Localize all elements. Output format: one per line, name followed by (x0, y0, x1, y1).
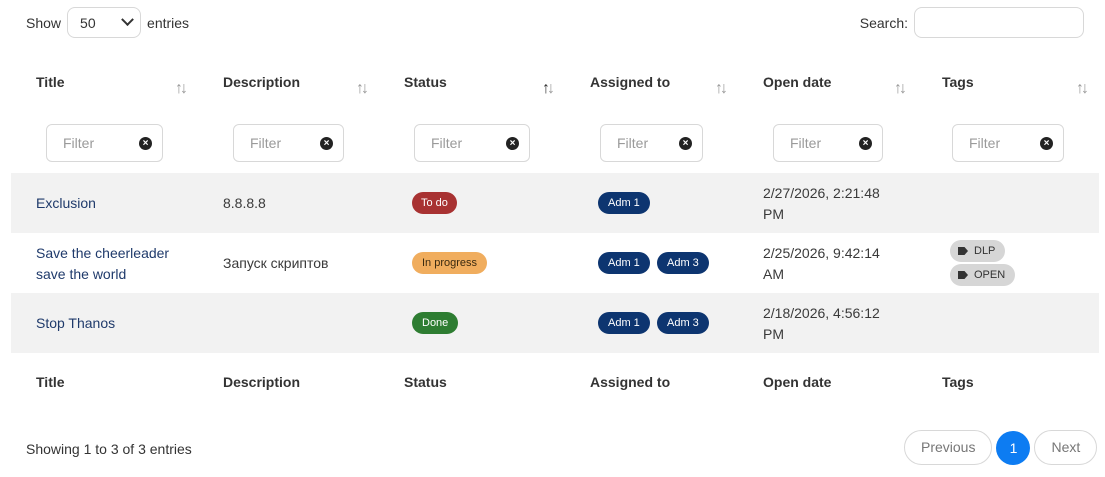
entries-select[interactable]: 50 (67, 7, 142, 38)
sort-icon[interactable]: ↑↓ (894, 80, 907, 98)
row-title-link[interactable]: Stop Thanos (36, 313, 115, 334)
sort-icon[interactable]: ↑↓ (715, 80, 728, 98)
sort-icon[interactable]: ↑↓ (175, 80, 188, 98)
clear-icon[interactable]: × (320, 136, 333, 150)
status-badge: In progress (412, 252, 488, 274)
chevron-down-icon (121, 13, 134, 27)
header-status[interactable]: Status (404, 74, 447, 90)
tag-badge[interactable]: DLP (950, 240, 1006, 262)
assignee-badge: Adm 1 (598, 252, 650, 274)
entries-select-value: 50 (80, 14, 96, 31)
footer-tags: Tags (942, 374, 974, 390)
clear-icon[interactable]: × (139, 136, 152, 150)
filter-tags[interactable]: Filter × (952, 124, 1064, 162)
table-info: Showing 1 to 3 of 3 entries (26, 441, 192, 457)
header-assigned-to[interactable]: Assigned to (590, 74, 670, 90)
filter-title[interactable]: Filter × (46, 124, 163, 162)
row-open-date: 2/18/2026, 4:56:12 PM (763, 305, 880, 342)
row-title-link[interactable]: Exclusion (36, 193, 96, 214)
tag-icon (958, 247, 968, 255)
clear-icon[interactable]: × (506, 136, 519, 150)
assignee-badge: Adm 1 (598, 312, 650, 334)
status-badge: Done (412, 312, 459, 334)
next-button[interactable]: Next (1034, 430, 1098, 465)
filter-placeholder: Filter (617, 135, 649, 151)
filter-placeholder: Filter (250, 135, 282, 151)
header-description[interactable]: Description (223, 74, 300, 90)
table-row (11, 293, 1099, 353)
entries-label: entries (147, 14, 190, 31)
tag-label: DLP (974, 245, 996, 257)
filter-placeholder: Filter (969, 135, 1001, 151)
tag-icon (958, 271, 968, 279)
previous-button[interactable]: Previous (904, 430, 993, 465)
assignee-badge: Adm 1 (598, 192, 650, 214)
row-title-link[interactable]: Save the cheerleader save the world (36, 243, 176, 285)
show-label: Show (26, 14, 62, 31)
header-open-date[interactable]: Open date (763, 74, 831, 90)
filter-status[interactable]: Filter × (414, 124, 530, 162)
sort-icon[interactable]: ↑↓ (542, 80, 555, 98)
assignee-badge: Adm 3 (657, 312, 709, 334)
row-description: Запуск скриптов (223, 255, 329, 271)
footer-status: Status (404, 374, 447, 390)
footer-open-date: Open date (763, 374, 832, 390)
clear-icon[interactable]: × (1040, 136, 1053, 150)
filter-placeholder: Filter (431, 135, 463, 151)
clear-icon[interactable]: × (679, 136, 692, 150)
clear-icon[interactable]: × (859, 136, 872, 150)
search-input[interactable] (914, 7, 1084, 38)
table-row (11, 173, 1099, 233)
footer-assigned-to: Assigned to (590, 374, 671, 390)
status-badge: To do (412, 192, 457, 214)
header-title[interactable]: Title (36, 74, 65, 90)
row-open-date: 2/27/2026, 2:21:48 PM (763, 185, 880, 222)
filter-description[interactable]: Filter × (233, 124, 344, 162)
header-tags[interactable]: Tags (942, 74, 974, 90)
row-description: 8.8.8.8 (223, 195, 266, 211)
row-open-date: 2/25/2026, 9:42:14 AM (763, 245, 880, 282)
footer-title: Title (36, 374, 65, 390)
filter-placeholder: Filter (63, 135, 95, 151)
filter-open-date[interactable]: Filter × (773, 124, 883, 162)
tag-badge[interactable]: OPEN (950, 264, 1016, 286)
page-1-button[interactable]: 1 (996, 430, 1031, 465)
length-menu: Show 50 entries (26, 7, 189, 38)
filter-placeholder: Filter (790, 135, 822, 151)
footer-description: Description (223, 374, 301, 390)
pagination: Previous 1 Next (904, 430, 1098, 465)
sort-icon[interactable]: ↑↓ (1076, 80, 1089, 98)
filter-assigned-to[interactable]: Filter × (600, 124, 703, 162)
search-label: Search: (859, 14, 908, 31)
search-area: Search: (860, 7, 1084, 38)
sort-icon[interactable]: ↑↓ (356, 80, 369, 98)
assignee-badge: Adm 3 (657, 252, 709, 274)
tag-label: OPEN (974, 269, 1006, 281)
